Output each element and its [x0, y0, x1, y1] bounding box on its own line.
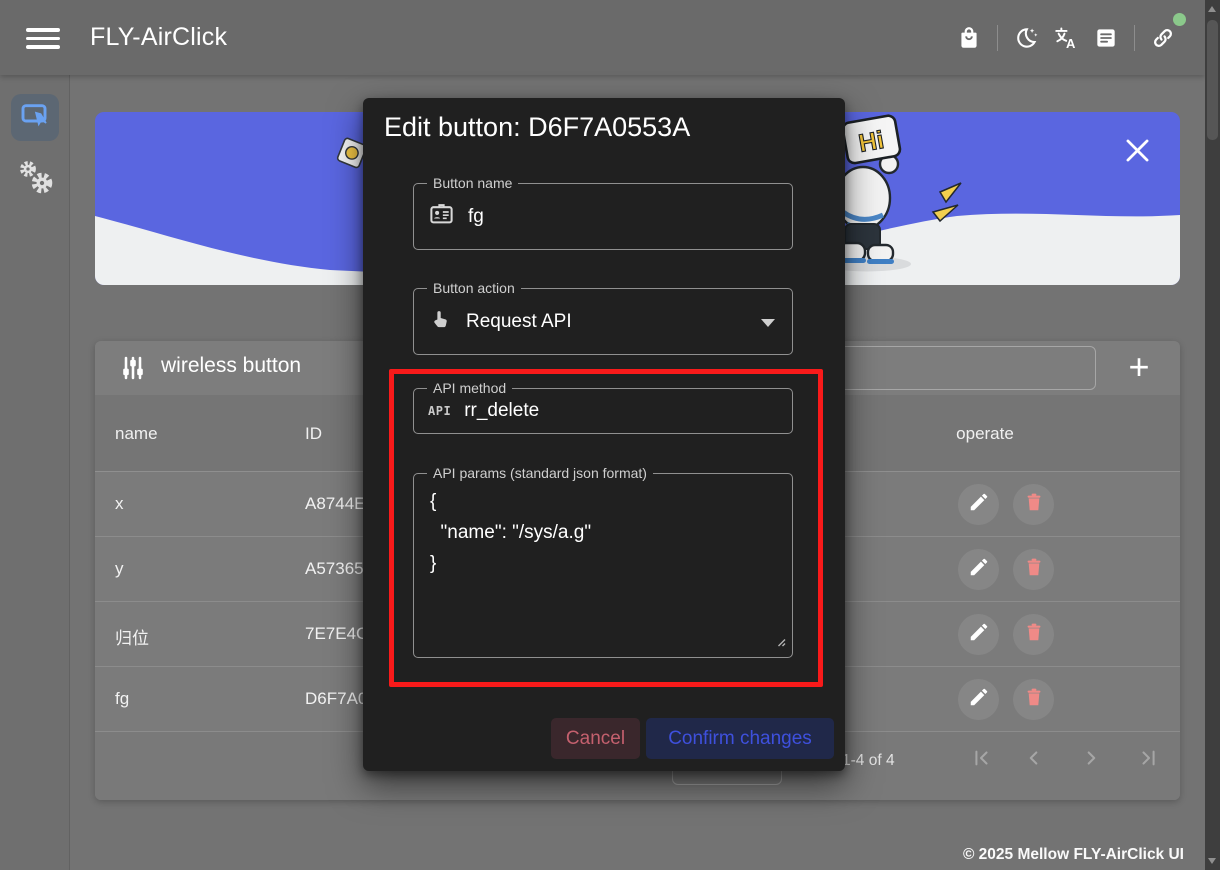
notes-icon: [1093, 25, 1119, 51]
edit-pencil-icon: [968, 556, 990, 583]
cell-name: 归位: [115, 624, 149, 649]
sidebar-item-settings[interactable]: [12, 153, 58, 199]
next-page-button[interactable]: [1078, 745, 1104, 771]
delete-button[interactable]: [1013, 549, 1054, 590]
button-action-select[interactable]: Button action Request API: [413, 288, 793, 355]
column-header-operate: operate: [905, 424, 1065, 444]
confirm-changes-button[interactable]: Confirm changes: [646, 718, 834, 759]
panel-title: wireless button: [161, 354, 301, 378]
menu-icon[interactable]: [26, 28, 60, 49]
first-page-button[interactable]: [968, 745, 994, 771]
scroll-down-icon[interactable]: [1208, 858, 1216, 864]
api-method-field[interactable]: API method API rr_delete: [413, 388, 793, 434]
delete-trash-icon: [1023, 556, 1045, 583]
cell-id: A57365: [305, 559, 364, 579]
chevron-down-icon: [761, 319, 775, 327]
topbar: FLY-AirClick A: [0, 0, 1205, 75]
edit-pencil-icon: [968, 686, 990, 713]
scrollbar-thumb[interactable]: [1207, 20, 1218, 140]
cancel-button[interactable]: Cancel: [551, 718, 640, 759]
banner-close-button[interactable]: [1123, 137, 1151, 165]
scroll-up-icon[interactable]: [1208, 6, 1216, 12]
add-button[interactable]: +: [1117, 343, 1161, 393]
prev-page-button[interactable]: [1021, 745, 1047, 771]
prev-page-icon: [1023, 747, 1045, 769]
delete-trash-icon: [1023, 621, 1045, 648]
field-label: Button action: [427, 280, 521, 296]
toolbar-divider: [997, 25, 998, 51]
api-params-textarea[interactable]: { "name": "/sys/a.g" }: [414, 474, 792, 657]
app-screen: FLY-AirClick A: [0, 0, 1220, 870]
connection-status-dot: [1173, 13, 1186, 26]
sidebar: [0, 75, 70, 870]
translate-button[interactable]: A: [1046, 18, 1086, 58]
first-page-icon: [970, 747, 992, 769]
page-scrollbar[interactable]: [1205, 0, 1220, 870]
edit-button[interactable]: [958, 679, 999, 720]
edit-button[interactable]: [958, 484, 999, 525]
dark-mode-button[interactable]: [1006, 18, 1046, 58]
edit-pencil-icon: [968, 621, 990, 648]
link-button[interactable]: [1143, 18, 1183, 58]
cell-name: x: [115, 494, 124, 514]
field-label: API method: [427, 380, 512, 396]
cell-id: A8744E: [305, 494, 366, 514]
speech-bubble: Hi: [842, 115, 901, 165]
next-page-icon: [1080, 747, 1102, 769]
edit-button[interactable]: [958, 614, 999, 655]
api-params-field[interactable]: API params (standard json format) { "nam…: [413, 473, 793, 658]
delete-button[interactable]: [1013, 679, 1054, 720]
app-title: FLY-AirClick: [90, 23, 227, 52]
notes-button[interactable]: [1086, 18, 1126, 58]
field-label: Button name: [427, 175, 518, 191]
last-page-button[interactable]: [1136, 745, 1162, 771]
delete-trash-icon: [1023, 491, 1045, 518]
sidebar-item-remote[interactable]: [11, 94, 59, 141]
shopping-bag-icon: [956, 25, 982, 51]
edit-button-dialog: Edit button: D6F7A0553A Button name fg B…: [363, 98, 845, 771]
remote-click-icon: [19, 99, 51, 136]
edit-pencil-icon: [968, 491, 990, 518]
cell-id: D6F7A0: [305, 689, 367, 709]
shopping-bag-button[interactable]: [949, 18, 989, 58]
dialog-title: Edit button: D6F7A0553A: [384, 112, 690, 143]
button-action-value: Request API: [466, 311, 572, 333]
badge-icon: [428, 201, 455, 233]
translate-icon: A: [1053, 25, 1079, 51]
api-method-value[interactable]: rr_delete: [464, 400, 539, 422]
tune-icon: [119, 354, 147, 387]
last-page-icon: [1138, 747, 1160, 769]
cell-id: 7E7E4C: [305, 624, 368, 644]
toolbar-divider: [1134, 25, 1135, 51]
delete-trash-icon: [1023, 686, 1045, 713]
svg-text:Hi: Hi: [857, 126, 886, 158]
close-icon: [1124, 137, 1151, 169]
dark-mode-icon: [1013, 25, 1039, 51]
edit-button[interactable]: [958, 549, 999, 590]
column-header-id: ID: [305, 424, 322, 444]
page-range-label: 1-4 of 4: [842, 752, 895, 770]
topbar-actions: A: [949, 17, 1183, 59]
footer-copyright: © 2025 Mellow FLY-AirClick UI: [963, 846, 1184, 864]
delete-button[interactable]: [1013, 614, 1054, 655]
cell-name: y: [115, 559, 124, 579]
column-header-name: name: [115, 424, 158, 444]
svg-text:A: A: [1066, 36, 1076, 51]
delete-button[interactable]: [1013, 484, 1054, 525]
button-name-field[interactable]: Button name fg: [413, 183, 793, 250]
link-icon: [1150, 25, 1176, 51]
resize-handle-icon[interactable]: [774, 634, 786, 652]
touch-icon: [428, 307, 453, 337]
api-text-icon: API: [428, 404, 451, 418]
button-name-value[interactable]: fg: [468, 206, 484, 228]
cell-name: fg: [115, 689, 129, 709]
field-label: API params (standard json format): [427, 465, 653, 481]
